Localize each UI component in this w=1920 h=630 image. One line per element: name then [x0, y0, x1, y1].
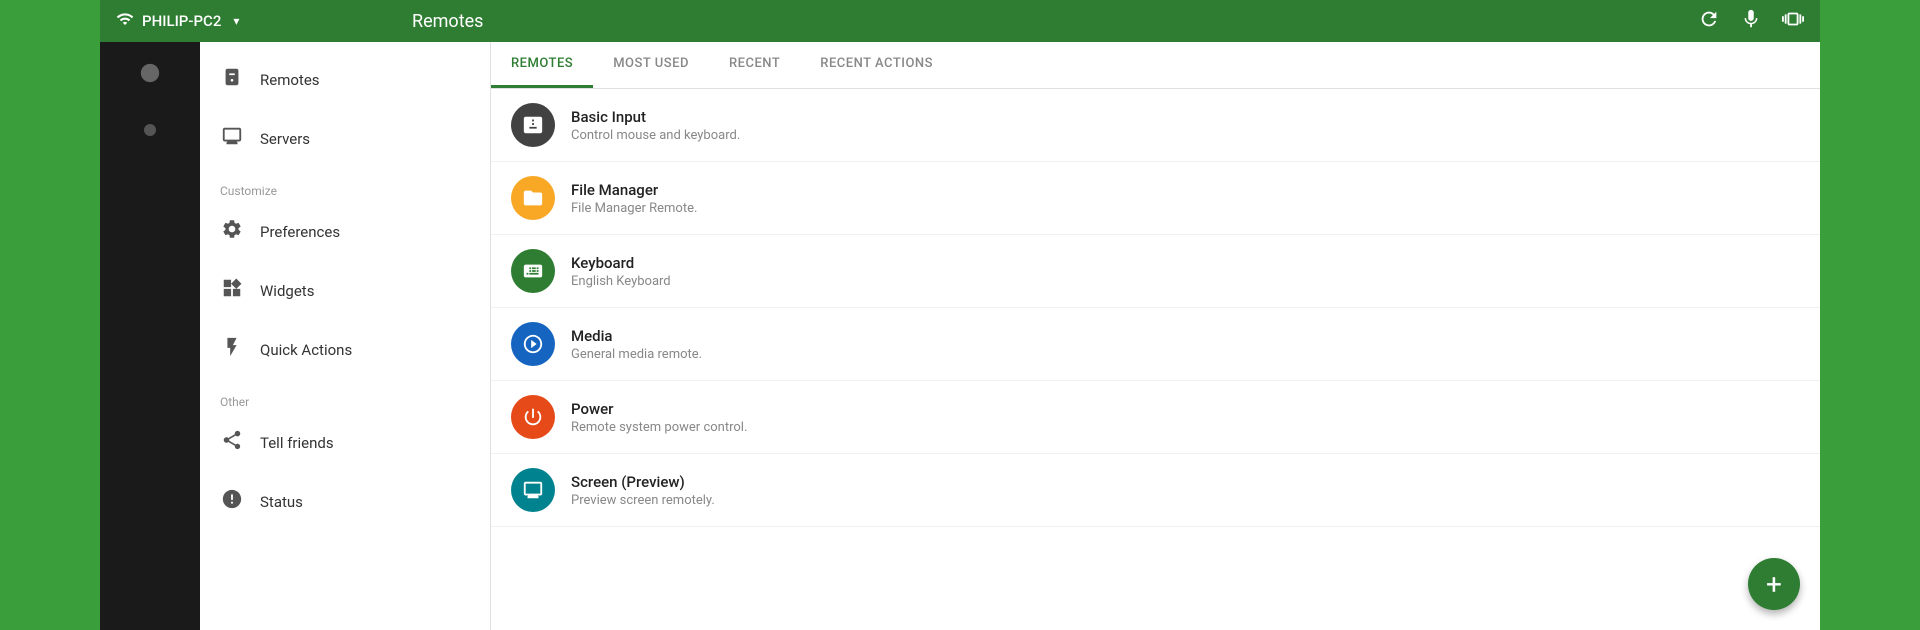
sidebar-dark-circle [139, 62, 161, 90]
basic-input-name: Basic Input [571, 108, 740, 126]
remote-item-keyboard[interactable]: Keyboard English Keyboard [491, 235, 1820, 308]
nav-tell-friends-label: Tell friends [260, 434, 334, 452]
file-manager-name: File Manager [571, 181, 697, 199]
power-name: Power [571, 400, 747, 418]
sidebar-dark-circle2 [141, 120, 159, 145]
wifi-icon [116, 10, 134, 32]
keyboard-info: Keyboard English Keyboard [571, 254, 671, 289]
basic-input-desc: Control mouse and keyboard. [571, 128, 740, 143]
main-content: Remotes Servers Customize Preferences [100, 42, 1820, 630]
nav-item-servers[interactable]: Servers [200, 109, 490, 168]
nav-item-preferences[interactable]: Preferences [200, 202, 490, 261]
file-manager-icon [511, 176, 555, 220]
media-name: Media [571, 327, 702, 345]
sidebar-dark [100, 42, 200, 630]
tabs-bar: REMOTES MOST USED RECENT RECENT ACTIONS [491, 42, 1820, 89]
vibrate-icon[interactable] [1782, 8, 1804, 35]
widgets-icon [220, 277, 244, 304]
top-bar: PHILIP-PC2 ▾ Remotes [100, 0, 1820, 42]
power-info: Power Remote system power control. [571, 400, 747, 435]
remote-item-basic-input[interactable]: Basic Input Control mouse and keyboard. [491, 89, 1820, 162]
top-bar-left: PHILIP-PC2 ▾ [116, 10, 396, 32]
gear-icon [220, 218, 244, 245]
status-icon [220, 488, 244, 515]
power-desc: Remote system power control. [571, 420, 747, 435]
keyboard-name: Keyboard [571, 254, 671, 272]
screen-preview-info: Screen (Preview) Preview screen remotely… [571, 473, 715, 508]
nav-drawer: Remotes Servers Customize Preferences [200, 42, 490, 630]
right-background [1820, 0, 1920, 630]
screen-preview-icon [511, 468, 555, 512]
device-name: PHILIP-PC2 [142, 12, 221, 30]
file-manager-info: File Manager File Manager Remote. [571, 181, 697, 216]
remote-list: Basic Input Control mouse and keyboard. … [491, 89, 1820, 630]
monitor-icon [220, 125, 244, 152]
main-panel: REMOTES MOST USED RECENT RECENT ACTIONS … [490, 42, 1820, 630]
bolt-icon [220, 336, 244, 363]
top-bar-actions [1698, 8, 1804, 35]
keyboard-icon [511, 249, 555, 293]
remote-icon [220, 66, 244, 93]
remote-item-power[interactable]: Power Remote system power control. [491, 381, 1820, 454]
device-frame: PHILIP-PC2 ▾ Remotes [100, 0, 1820, 630]
screen-preview-desc: Preview screen remotely. [571, 493, 715, 508]
mic-icon[interactable] [1740, 8, 1762, 35]
nav-servers-label: Servers [260, 130, 310, 148]
media-info: Media General media remote. [571, 327, 702, 362]
basic-input-icon [511, 103, 555, 147]
media-desc: General media remote. [571, 347, 702, 362]
tab-most-used[interactable]: MOST USED [593, 42, 709, 88]
nav-item-status[interactable]: Status [200, 472, 490, 531]
remote-item-screen-preview[interactable]: Screen (Preview) Preview screen remotely… [491, 454, 1820, 527]
nav-widgets-label: Widgets [260, 282, 314, 300]
dropdown-icon[interactable]: ▾ [233, 14, 239, 28]
screen-preview-name: Screen (Preview) [571, 473, 715, 491]
nav-preferences-label: Preferences [260, 223, 340, 241]
nav-item-tell-friends[interactable]: Tell friends [200, 413, 490, 472]
file-manager-desc: File Manager Remote. [571, 201, 697, 216]
other-section-label: Other [200, 379, 490, 413]
left-background [0, 0, 100, 630]
nav-item-quick-actions[interactable]: Quick Actions [200, 320, 490, 379]
nav-item-remotes[interactable]: Remotes [200, 50, 490, 109]
nav-remotes-label: Remotes [260, 71, 320, 89]
basic-input-info: Basic Input Control mouse and keyboard. [571, 108, 740, 143]
refresh-icon[interactable] [1698, 8, 1720, 35]
fab-add[interactable]: + [1748, 558, 1800, 610]
tab-remotes[interactable]: REMOTES [491, 42, 593, 88]
media-icon [511, 322, 555, 366]
share-icon [220, 429, 244, 456]
customize-section-label: Customize [200, 168, 490, 202]
top-bar-title: Remotes [396, 11, 1698, 32]
power-icon [511, 395, 555, 439]
keyboard-desc: English Keyboard [571, 274, 671, 289]
nav-status-label: Status [260, 493, 303, 511]
nav-quick-actions-label: Quick Actions [260, 341, 352, 359]
tab-recent-actions[interactable]: RECENT ACTIONS [800, 42, 953, 88]
tab-recent[interactable]: RECENT [709, 42, 800, 88]
remote-item-file-manager[interactable]: File Manager File Manager Remote. [491, 162, 1820, 235]
remote-item-media[interactable]: Media General media remote. [491, 308, 1820, 381]
nav-item-widgets[interactable]: Widgets [200, 261, 490, 320]
